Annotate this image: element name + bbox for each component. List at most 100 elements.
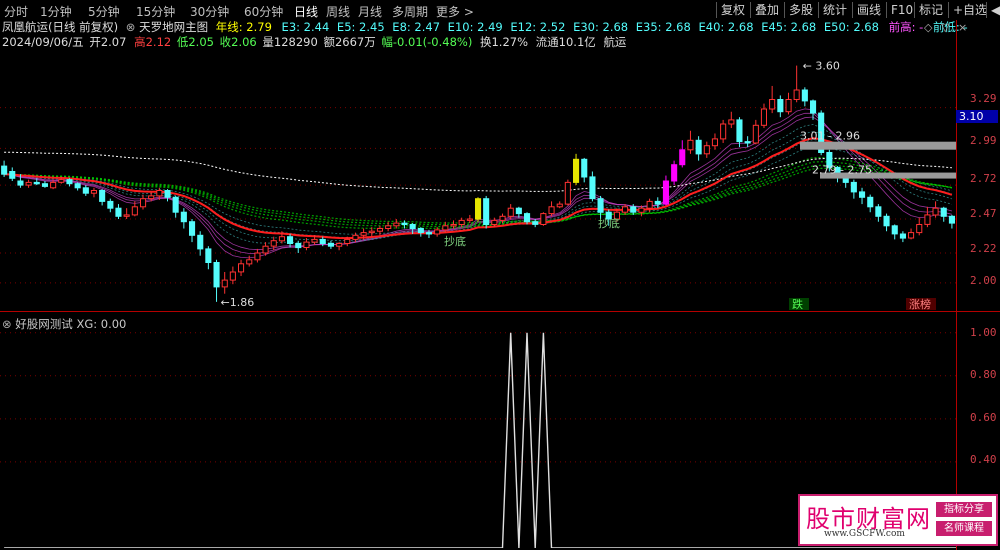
diamond-icon[interactable]: ◇ [924,21,932,34]
year-line-value: 年线: 2.79 [215,20,272,34]
draw-line-button[interactable]: 画线 [852,2,885,18]
candle-body [450,224,457,227]
candle-body [589,176,596,200]
multi-stock-button[interactable]: 多股 [784,2,817,18]
ema12-value: E12: 2.52 [510,20,566,34]
add-watchlist-button[interactable]: +自选 [948,2,991,18]
candle-body [875,206,882,217]
quote-turnover: 换1.27% [479,35,529,49]
candle-body [801,89,808,102]
period-weekly[interactable]: 周线 [326,3,350,20]
candle-body [581,158,588,178]
candle-body [123,214,130,217]
price-chart[interactable]: ← 3.60←1.863.01 - 2.962.79 - 2.75抄底抄底跌 涨榜 [0,52,956,310]
candle-body [597,198,604,213]
candle-body [662,180,670,205]
ema35-value: E35: 2.68 [635,20,691,34]
candle-body [107,200,114,209]
period-5min[interactable]: 5分钟 [88,3,120,20]
candle-body [728,119,735,125]
overlay-button[interactable]: 叠加 [750,2,783,18]
down-triangle-icon[interactable]: ▽ [941,21,949,34]
candle-body [434,229,441,235]
period-60min[interactable]: 60分钟 [244,3,283,20]
period-multi[interactable]: 多周期 [392,3,428,20]
candle-body [744,141,751,144]
axis-divider [956,20,957,550]
prev-high-value: 前高: - [888,20,924,34]
candle-body [711,138,719,147]
candle-body [368,230,375,234]
bottom-signal: 抄底 [444,234,466,248]
period-more[interactable]: 更多 > [436,3,474,20]
candle-body [393,222,400,227]
candle-body [115,207,122,217]
period-1min[interactable]: 1分钟 [40,3,72,20]
candle-body [499,215,506,221]
statistics-button[interactable]: 统计 [818,2,851,18]
candle-body [908,232,915,239]
chart-annotations: ← 3.60←1.863.01 - 2.962.79 - 2.75抄底抄底跌 涨榜 [221,60,956,310]
signal-grid [0,332,956,463]
candle-body [336,243,343,247]
period-toolbar: 分时 1分钟 5分钟 15分钟 30分钟 60分钟 日线 周线 月线 多周期 更… [0,0,1000,20]
candle-body [638,207,645,213]
candle-body [311,238,318,243]
close-icon[interactable]: × [958,21,967,34]
candle-body [810,100,817,114]
price-tick: 3.29 [970,92,997,105]
candle-body [131,206,138,216]
quote-float: 流通10.1亿 [535,35,596,49]
period-fenshi[interactable]: 分时 [4,3,28,20]
quote-volume: 量128290 [262,35,318,49]
candle-body [205,248,212,263]
indicator-name[interactable]: 天罗地网主图 [139,20,208,34]
period-monthly[interactable]: 月线 [358,3,382,20]
period-30min[interactable]: 30分钟 [190,3,229,20]
candle-body [50,181,57,189]
watermark-logo: 股市财富网 指标分享 名师课程 www.GSCFW.com [798,494,998,546]
period-15min[interactable]: 15分钟 [136,3,175,20]
level-label: 3.01 - 2.96 [800,130,860,143]
candle-body [483,198,490,225]
indicator-dropdown-icon[interactable]: ⊗ [126,20,136,34]
collapse-arrow-icon[interactable]: ◀ [986,2,1000,18]
candle-body [360,232,367,236]
candle-body [720,123,727,140]
ema10-value: E10: 2.49 [447,20,503,34]
candle-body [295,243,302,249]
candle-body [270,240,277,247]
quote-close: 收2.06 [219,35,257,49]
period-daily[interactable]: 日线 [294,3,318,20]
ema50-value: E50: 2.68 [823,20,879,34]
candle-body [532,221,539,225]
candle-body [246,259,253,265]
mark-button[interactable]: 标记 [914,2,947,18]
watermark-tag: 名师课程 [936,521,992,536]
candle-body [197,234,204,250]
candle-body [156,190,163,197]
candle-body [556,203,563,208]
price-tick: 2.22 [970,242,997,255]
price-tick: 2.47 [970,207,997,220]
candle-body [867,196,874,208]
candle-body [940,207,947,217]
candle-body [622,206,629,213]
candle-body [752,124,759,144]
candle-body [287,236,294,244]
quote-line: 2024/09/06/五 开2.07 高2.12 低2.05 收2.06 量12… [0,35,626,50]
candle-body [262,245,269,254]
candle-body [376,228,383,232]
candle-body [540,213,547,226]
ema3-value: E3: 2.44 [281,20,330,34]
candle-body [687,139,694,151]
price-tick: 2.99 [970,134,997,147]
candle-body [883,215,890,227]
fuquan-button[interactable]: 复权 [716,2,749,18]
f10-button[interactable]: F10 [886,2,917,18]
candle-body [679,149,686,166]
candle-body [172,196,179,213]
quote-sector: 航运 [603,35,627,49]
watermark-tag: 指标分享 [936,502,992,517]
candle-body [769,99,776,110]
